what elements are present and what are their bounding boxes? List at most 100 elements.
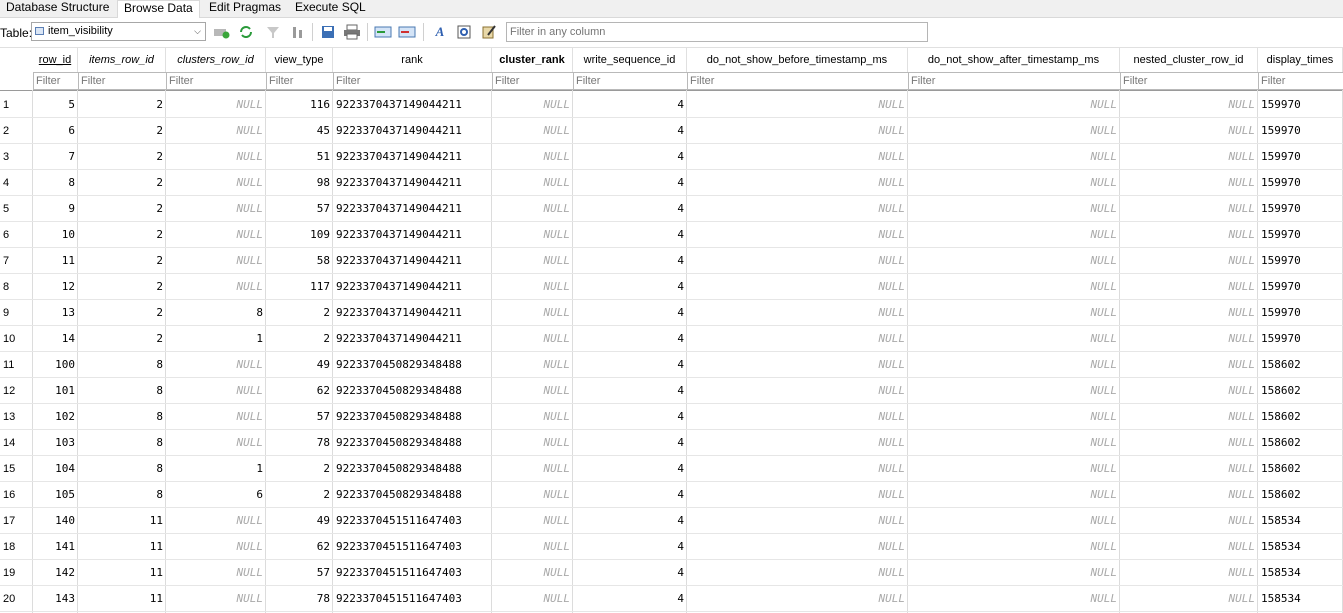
null-cell[interactable]: NULL (492, 144, 573, 170)
table-cell[interactable]: 158602 (1258, 430, 1343, 456)
table-cell[interactable]: 116 (266, 92, 333, 118)
table-cell[interactable]: 6 (33, 118, 78, 144)
table-cell[interactable]: 57 (266, 404, 333, 430)
null-cell[interactable]: NULL (908, 196, 1120, 222)
table-cell[interactable]: 78 (266, 586, 333, 612)
table-cell[interactable]: 9223370437149044211 (333, 274, 492, 300)
table-cell[interactable]: 11 (78, 586, 166, 612)
column-filter-input[interactable]: Filter (1120, 72, 1258, 90)
new-record-icon[interactable] (213, 23, 231, 41)
row-number[interactable]: 7 (0, 248, 33, 274)
table-cell[interactable]: 9223370437149044211 (333, 222, 492, 248)
table-cell[interactable]: 4 (573, 378, 687, 404)
insert-record-icon[interactable] (374, 23, 392, 41)
tab-database-structure[interactable]: Database Structure (0, 0, 115, 17)
table-select[interactable]: item_visibility ⌵ (31, 22, 206, 41)
table-cell[interactable]: 1 (166, 326, 266, 352)
table-cell[interactable]: 2 (78, 170, 166, 196)
null-cell[interactable]: NULL (166, 560, 266, 586)
null-cell[interactable]: NULL (908, 274, 1120, 300)
null-cell[interactable]: NULL (166, 352, 266, 378)
table-cell[interactable]: 9223370451511647403 (333, 534, 492, 560)
table-cell[interactable]: 9223370451511647403 (333, 508, 492, 534)
delete-record-icon[interactable] (398, 23, 416, 41)
null-cell[interactable]: NULL (687, 92, 908, 118)
null-cell[interactable]: NULL (166, 404, 266, 430)
tab-execute-sql[interactable]: Execute SQL (289, 0, 372, 17)
table-cell[interactable]: 2 (266, 482, 333, 508)
table-cell[interactable]: 11 (78, 508, 166, 534)
null-cell[interactable]: NULL (687, 326, 908, 352)
column-header[interactable]: do_not_show_before_timestamp_ms (687, 48, 908, 72)
null-cell[interactable]: NULL (687, 508, 908, 534)
null-cell[interactable]: NULL (1120, 92, 1258, 118)
table-cell[interactable]: 4 (573, 170, 687, 196)
null-cell[interactable]: NULL (908, 482, 1120, 508)
null-cell[interactable]: NULL (908, 170, 1120, 196)
table-cell[interactable]: 4 (573, 196, 687, 222)
null-cell[interactable]: NULL (1120, 404, 1258, 430)
column-filter-input[interactable]: Filter (573, 72, 687, 90)
column-filter-input[interactable]: Filter (78, 72, 166, 90)
tab-browse-data[interactable]: Browse Data (117, 0, 200, 18)
row-number[interactable]: 12 (0, 378, 33, 404)
table-cell[interactable]: 4 (573, 404, 687, 430)
table-cell[interactable]: 45 (266, 118, 333, 144)
null-cell[interactable]: NULL (492, 300, 573, 326)
null-cell[interactable]: NULL (492, 482, 573, 508)
null-cell[interactable]: NULL (492, 560, 573, 586)
null-cell[interactable]: NULL (492, 196, 573, 222)
null-cell[interactable]: NULL (908, 352, 1120, 378)
column-filter-input[interactable]: Filter (1258, 72, 1343, 90)
null-cell[interactable]: NULL (166, 248, 266, 274)
null-cell[interactable]: NULL (687, 300, 908, 326)
table-cell[interactable]: 4 (573, 482, 687, 508)
column-header[interactable]: cluster_rank (492, 48, 573, 72)
table-cell[interactable]: 9223370437149044211 (333, 248, 492, 274)
null-cell[interactable]: NULL (492, 352, 573, 378)
null-cell[interactable]: NULL (687, 534, 908, 560)
table-cell[interactable]: 10 (33, 222, 78, 248)
row-number[interactable]: 11 (0, 352, 33, 378)
null-cell[interactable]: NULL (492, 222, 573, 248)
table-cell[interactable]: 2 (78, 300, 166, 326)
table-cell[interactable]: 4 (573, 144, 687, 170)
null-cell[interactable]: NULL (1120, 482, 1258, 508)
null-cell[interactable]: NULL (1120, 144, 1258, 170)
table-cell[interactable]: 2 (78, 222, 166, 248)
table-cell[interactable]: 78 (266, 430, 333, 456)
table-cell[interactable]: 6 (166, 482, 266, 508)
table-cell[interactable]: 4 (573, 274, 687, 300)
table-cell[interactable]: 101 (33, 378, 78, 404)
null-cell[interactable]: NULL (687, 404, 908, 430)
null-cell[interactable]: NULL (492, 170, 573, 196)
table-cell[interactable]: 7 (33, 144, 78, 170)
row-number[interactable]: 4 (0, 170, 33, 196)
row-number[interactable]: 3 (0, 144, 33, 170)
null-cell[interactable]: NULL (908, 404, 1120, 430)
table-cell[interactable]: 2 (78, 248, 166, 274)
null-cell[interactable]: NULL (908, 222, 1120, 248)
table-cell[interactable]: 158534 (1258, 560, 1343, 586)
table-cell[interactable]: 4 (573, 560, 687, 586)
null-cell[interactable]: NULL (908, 248, 1120, 274)
table-cell[interactable]: 9223370450829348488 (333, 482, 492, 508)
column-header[interactable]: do_not_show_after_timestamp_ms (908, 48, 1120, 72)
table-cell[interactable]: 158602 (1258, 378, 1343, 404)
null-cell[interactable]: NULL (492, 508, 573, 534)
table-cell[interactable]: 11 (78, 560, 166, 586)
column-header[interactable]: write_sequence_id (573, 48, 687, 72)
null-cell[interactable]: NULL (1120, 196, 1258, 222)
null-cell[interactable]: NULL (1120, 456, 1258, 482)
row-number[interactable]: 14 (0, 430, 33, 456)
column-filter-input[interactable]: Filter (333, 72, 492, 90)
null-cell[interactable]: NULL (492, 534, 573, 560)
row-number[interactable]: 9 (0, 300, 33, 326)
row-number[interactable]: 8 (0, 274, 33, 300)
null-cell[interactable]: NULL (687, 378, 908, 404)
null-cell[interactable]: NULL (908, 378, 1120, 404)
null-cell[interactable]: NULL (687, 118, 908, 144)
column-header[interactable]: view_type (266, 48, 333, 72)
table-cell[interactable]: 2 (78, 118, 166, 144)
table-cell[interactable]: 9223370450829348488 (333, 404, 492, 430)
